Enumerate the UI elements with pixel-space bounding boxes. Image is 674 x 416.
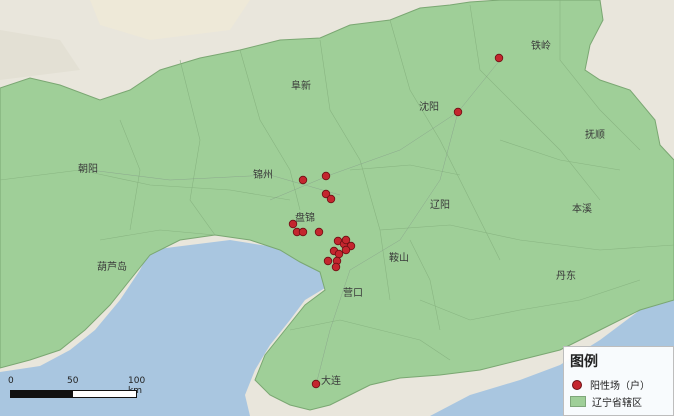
legend-label-province: 辽宁省辖区 (592, 398, 642, 409)
positive-farm-marker[interactable] (494, 53, 504, 63)
positive-farm-marker[interactable] (311, 379, 321, 389)
positive-farm-marker[interactable] (331, 262, 341, 272)
positive-farm-marker[interactable] (288, 219, 298, 229)
legend-row-province: 辽宁省辖区 (570, 394, 642, 409)
scale-label-50: 50 (67, 376, 79, 386)
province-swatch-icon (570, 396, 586, 407)
scale-segment-black (10, 390, 74, 398)
positive-farm-dot-icon (572, 379, 582, 390)
positive-farm-marker[interactable] (453, 107, 463, 117)
legend-title: 图例 (570, 354, 598, 370)
map-canvas[interactable]: 铁岭 阜新 沈阳 抚顺 朝阳 锦州 辽阳 本溪 盘锦 鞍山 葫芦岛 丹东 营口 … (0, 0, 674, 416)
positive-farm-marker[interactable] (314, 227, 324, 237)
scale-label-0: 0 (8, 376, 14, 386)
positive-farm-marker[interactable] (323, 256, 333, 266)
positive-farm-marker[interactable] (341, 245, 351, 255)
positive-farm-marker[interactable] (326, 194, 336, 204)
legend-row-positive-farm: 阳性场（户） (570, 377, 650, 392)
legend-label-positive-farm: 阳性场（户） (590, 381, 650, 392)
map-legend: 图例 阳性场（户） 辽宁省辖区 (563, 346, 674, 416)
scale-segment-white (72, 390, 137, 398)
positive-farm-marker[interactable] (298, 227, 308, 237)
positive-farm-marker[interactable] (298, 175, 308, 185)
positive-farm-marker[interactable] (321, 171, 331, 181)
positive-farm-marker[interactable] (334, 249, 344, 259)
